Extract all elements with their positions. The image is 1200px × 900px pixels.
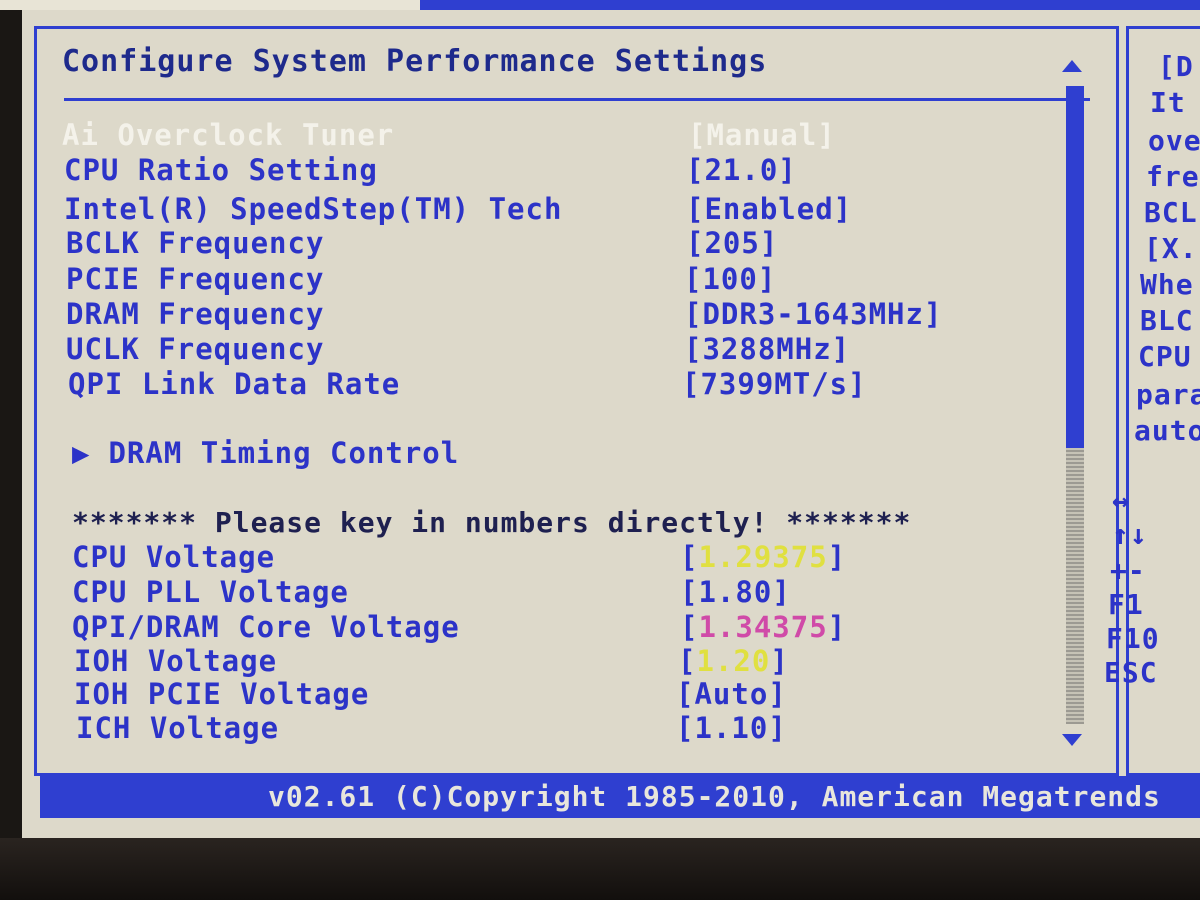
setting-label: DRAM Frequency xyxy=(66,297,325,331)
setting-dram-frequency[interactable]: DRAM Frequency [DDR3-1643MHz] xyxy=(0,297,1080,331)
setting-cpu-ratio[interactable]: CPU Ratio Setting [21.0] xyxy=(0,153,1080,187)
setting-label: IOH Voltage xyxy=(74,644,278,678)
setting-label: CPU Voltage xyxy=(72,540,276,574)
setting-label: CPU Ratio Setting xyxy=(64,153,378,187)
scrollbar-thumb[interactable] xyxy=(1066,86,1084,448)
help-text-line: [D xyxy=(1158,50,1194,83)
setting-value[interactable]: [21.0] xyxy=(686,153,797,187)
setting-uclk-frequency[interactable]: UCLK Frequency [3288MHz] xyxy=(0,332,1080,366)
help-text-line: BCL xyxy=(1144,196,1198,229)
setting-label: ICH Voltage xyxy=(76,711,280,745)
setting-pcie-frequency[interactable]: PCIE Frequency [100] xyxy=(0,262,1080,296)
help-text-line: Whe xyxy=(1140,268,1194,301)
setting-ioh-voltage[interactable]: IOH Voltage [1.20] xyxy=(0,644,1080,678)
monitor-bezel xyxy=(0,838,1200,900)
setting-value[interactable]: [1.10] xyxy=(676,711,787,745)
scrollbar-track-lower[interactable] xyxy=(1066,448,1084,724)
setting-value[interactable]: [Manual] xyxy=(688,118,836,152)
plus-minus-key-hint: +- xyxy=(1110,554,1146,587)
scroll-up-arrow-icon[interactable] xyxy=(1062,60,1082,72)
setting-label: Ai Overclock Tuner xyxy=(62,118,395,152)
setting-cpu-pll-voltage[interactable]: CPU PLL Voltage [1.80] xyxy=(0,575,1080,609)
page-title: Configure System Performance Settings xyxy=(62,44,768,79)
f1-key-hint: F1 xyxy=(1108,588,1144,621)
setting-cpu-voltage[interactable]: CPU Voltage [1.29375] xyxy=(0,540,1080,574)
help-text-line: BLC xyxy=(1140,304,1194,337)
setting-value[interactable]: [100] xyxy=(684,262,776,296)
esc-key-hint: ESC xyxy=(1104,656,1158,689)
setting-ai-overclock-tuner[interactable]: Ai Overclock Tuner [Manual] xyxy=(0,118,1080,152)
setting-value[interactable]: [DDR3-1643MHz] xyxy=(684,297,942,331)
setting-value[interactable]: [1.80] xyxy=(680,575,791,609)
setting-label: PCIE Frequency xyxy=(66,262,325,296)
setting-value[interactable]: [1.34375] xyxy=(680,610,846,644)
setting-value[interactable]: [Enabled] xyxy=(686,192,852,226)
help-text-line: auto xyxy=(1134,414,1200,447)
setting-label: QPI Link Data Rate xyxy=(68,367,401,401)
f10-key-hint: F10 xyxy=(1106,622,1160,655)
setting-qpi-link-data-rate[interactable]: QPI Link Data Rate [7399MT/s] xyxy=(0,367,1080,401)
setting-label: CPU PLL Voltage xyxy=(72,575,349,609)
setting-ich-voltage[interactable]: ICH Voltage [1.10] xyxy=(0,711,1080,745)
title-divider xyxy=(64,98,1090,101)
setting-value[interactable]: [1.29375] xyxy=(680,540,846,574)
setting-value[interactable]: [205] xyxy=(686,226,778,260)
setting-ioh-pcie-voltage[interactable]: IOH PCIE Voltage [Auto] xyxy=(0,677,1080,711)
up-down-arrow-icon: ↑↓ xyxy=(1112,518,1148,551)
setting-value[interactable]: [1.20] xyxy=(678,644,789,678)
setting-bclk-frequency[interactable]: BCLK Frequency [205] xyxy=(0,226,1080,260)
setting-value[interactable]: [Auto] xyxy=(676,677,787,711)
active-menu-tab[interactable] xyxy=(0,0,420,10)
copyright-text: v02.61 (C)Copyright 1985-2010, American … xyxy=(268,780,1161,813)
submenu-label: DRAM Timing Control xyxy=(108,436,460,470)
help-text-line: CPU xyxy=(1138,340,1192,373)
setting-label: Intel(R) SpeedStep(TM) Tech xyxy=(64,192,563,226)
help-text-line: [X. xyxy=(1144,232,1198,265)
voltage-instruction-banner: ******* Please key in numbers directly! … xyxy=(72,506,912,539)
submenu-dram-timing-control[interactable]: ▶ DRAM Timing Control xyxy=(72,436,459,470)
triangle-right-icon: ▶ xyxy=(72,436,91,470)
left-right-arrow-icon: ↔ xyxy=(1112,484,1130,517)
help-text-line: It xyxy=(1150,86,1186,119)
help-text-line: fre xyxy=(1146,160,1200,193)
setting-value[interactable]: [3288MHz] xyxy=(684,332,850,366)
help-text-line: ove xyxy=(1148,124,1200,157)
setting-label: IOH PCIE Voltage xyxy=(74,677,370,711)
help-text-line: para xyxy=(1136,378,1200,411)
setting-label: QPI/DRAM Core Voltage xyxy=(72,610,460,644)
setting-value[interactable]: [7399MT/s] xyxy=(682,367,867,401)
setting-label: BCLK Frequency xyxy=(66,226,325,260)
setting-speedstep[interactable]: Intel(R) SpeedStep(TM) Tech [Enabled] xyxy=(0,192,1080,226)
setting-label: UCLK Frequency xyxy=(66,332,325,366)
setting-qpi-dram-core-voltage[interactable]: QPI/DRAM Core Voltage [1.34375] xyxy=(0,610,1080,644)
scroll-down-arrow-icon[interactable] xyxy=(1062,734,1082,746)
